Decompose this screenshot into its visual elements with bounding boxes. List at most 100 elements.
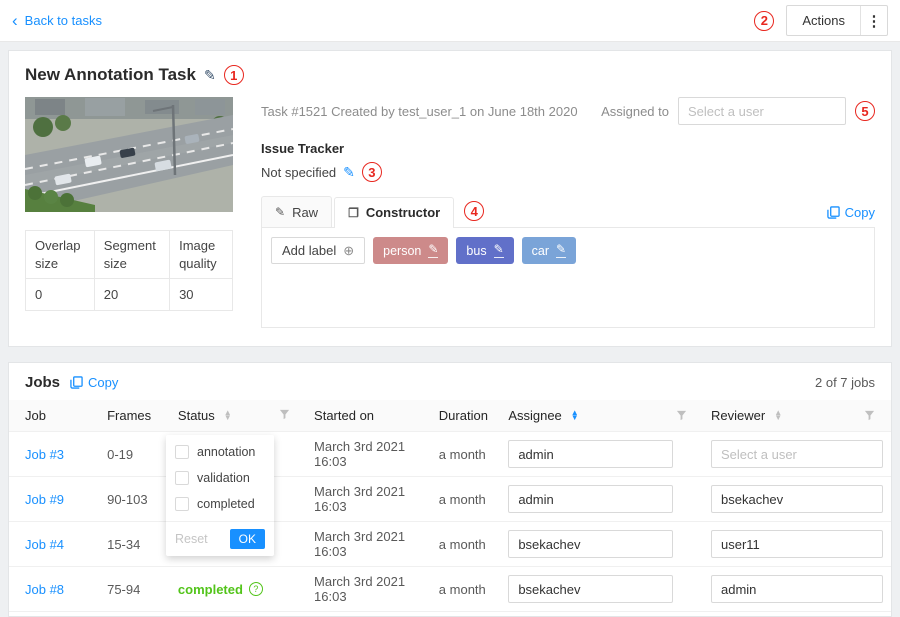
filter-option-label: completed <box>197 497 255 511</box>
copy-jobs-link[interactable]: Copy <box>70 375 118 390</box>
task-assignee-input[interactable] <box>678 97 846 125</box>
task-left-column: Overlap size Segment size Image quality … <box>25 97 235 328</box>
filter-option-annotation[interactable]: annotation <box>166 439 274 465</box>
filter-reset-button[interactable]: Reset <box>175 532 208 546</box>
job-link[interactable]: Job #9 <box>25 492 64 507</box>
label-tag-person-name: person <box>383 244 421 258</box>
add-label-text: Add label <box>282 243 336 258</box>
tab-constructor-label: Constructor <box>366 205 440 220</box>
top-bar: ‹ Back to tasks 2 Actions ⋮ <box>0 0 900 42</box>
assignee-select[interactable]: admin <box>508 485 673 513</box>
block-icon: ❐ <box>348 206 359 220</box>
copy-icon <box>827 206 840 219</box>
copy-icon <box>70 376 83 389</box>
label-tag-bus[interactable]: bus ✎ <box>456 237 513 264</box>
copy-labels-link[interactable]: Copy <box>827 205 875 227</box>
filter-funnel-icon[interactable] <box>279 409 290 420</box>
label-tag-person[interactable]: person ✎ <box>373 237 448 264</box>
job-link[interactable]: Job #3 <box>25 447 64 462</box>
tab-raw[interactable]: ✎ Raw <box>261 196 332 227</box>
task-details-panel: New Annotation Task ✎ 1 <box>8 50 892 347</box>
param-header-segment: Segment size <box>94 231 169 279</box>
labels-tabs-bar: ✎ Raw ❐ Constructor 4 Copy <box>261 196 875 228</box>
callout-5: 5 <box>855 101 875 121</box>
column-header-assignee[interactable]: Assignee ▲▼ <box>500 400 703 432</box>
edit-label-icon[interactable]: ✎ <box>428 243 438 257</box>
assignee-header-label: Assignee <box>508 408 561 423</box>
duration-cell: a month <box>431 477 501 522</box>
duration-cell: a month <box>431 432 501 477</box>
frames-cell: 0-19 <box>99 432 170 477</box>
label-tag-car[interactable]: car ✎ <box>522 237 576 264</box>
pencil-icon: ✎ <box>275 205 285 219</box>
status-sort-icon[interactable]: ▲▼ <box>224 411 232 420</box>
column-header-job: Job <box>9 400 99 432</box>
labels-constructor: Add label ⊕ person ✎ bus ✎ car ✎ <box>261 228 875 328</box>
callout-3: 3 <box>362 162 382 182</box>
question-circle-icon[interactable]: ? <box>249 582 263 596</box>
reviewer-sort-icon[interactable]: ▲▼ <box>774 411 782 420</box>
param-value-quality: 30 <box>170 279 233 311</box>
edit-task-name-icon[interactable]: ✎ <box>204 67 216 84</box>
assignee-value: bsekachev <box>518 537 580 552</box>
checkbox-icon[interactable] <box>175 497 189 511</box>
reviewer-select[interactable]: admin <box>711 575 883 603</box>
add-label-button[interactable]: Add label ⊕ <box>271 237 365 264</box>
reviewer-select[interactable]: Select a user <box>711 440 883 468</box>
spacer-cell <box>271 522 306 567</box>
column-header-reviewer[interactable]: Reviewer ▲▼ <box>703 400 891 432</box>
frames-cell: 75-94 <box>99 567 170 612</box>
checkbox-icon[interactable] <box>175 471 189 485</box>
jobs-table-header-row: Job Frames Status ▲▼ Started on Duration <box>9 400 891 432</box>
assignee-select[interactable]: bsekachev <box>508 530 673 558</box>
filter-option-validation[interactable]: validation <box>166 465 274 491</box>
frames-cell: 90-103 <box>99 477 170 522</box>
column-header-status[interactable]: Status ▲▼ <box>170 400 271 432</box>
job-link[interactable]: Job #8 <box>25 582 64 597</box>
more-menu-icon[interactable]: ⋮ <box>861 6 887 35</box>
copy-jobs-label: Copy <box>88 375 118 390</box>
edit-label-icon[interactable]: ✎ <box>494 243 504 257</box>
reviewer-value: bsekachev <box>721 492 783 507</box>
tab-constructor[interactable]: ❐ Constructor <box>334 197 454 228</box>
task-title: New Annotation Task <box>25 65 196 85</box>
filter-option-label: annotation <box>197 445 255 459</box>
assignee-select[interactable]: admin <box>508 440 673 468</box>
filter-option-label: validation <box>197 471 250 485</box>
filter-footer: Reset OK <box>166 521 274 556</box>
assignee-select[interactable]: bsekachev <box>508 575 673 603</box>
assignee-value: admin <box>518 447 553 462</box>
assignee-sort-icon[interactable]: ▲▼ <box>571 411 579 420</box>
reviewer-placeholder: Select a user <box>721 447 797 462</box>
edit-issue-tracker-icon[interactable]: ✎ <box>343 164 355 181</box>
filter-option-completed[interactable]: completed <box>166 491 274 517</box>
reviewer-select[interactable]: bsekachev <box>711 485 883 513</box>
assignee-value: admin <box>518 492 553 507</box>
param-value-segment: 20 <box>94 279 169 311</box>
assignee-value: bsekachev <box>518 582 580 597</box>
actions-button-label: Actions <box>787 6 860 35</box>
back-to-tasks-link[interactable]: ‹ Back to tasks <box>12 12 102 29</box>
callout-1: 1 <box>224 65 244 85</box>
table-row: Job #9 90-103 March 3rd 2021 16:03 a mon… <box>9 477 891 522</box>
checkbox-icon[interactable] <box>175 445 189 459</box>
table-row: Job #4 15-34 March 3rd 2021 16:03 a mont… <box>9 522 891 567</box>
filter-ok-button[interactable]: OK <box>230 529 265 549</box>
filter-funnel-icon[interactable] <box>864 410 875 421</box>
started-on-cell: March 3rd 2021 16:03 <box>306 432 431 477</box>
filter-funnel-icon[interactable] <box>676 410 687 421</box>
job-link[interactable]: Job #4 <box>25 537 64 552</box>
callout-2: 2 <box>754 11 774 31</box>
edit-label-icon[interactable]: ✎ <box>556 243 566 257</box>
frames-cell: 15-34 <box>99 522 170 567</box>
reviewer-select[interactable]: user11 <box>711 530 883 558</box>
duration-cell: a month <box>431 522 501 567</box>
reviewer-header-label: Reviewer <box>711 408 765 423</box>
actions-button[interactable]: Actions ⋮ <box>786 5 888 36</box>
task-parameters-table: Overlap size Segment size Image quality … <box>25 230 233 311</box>
status-filter-cell[interactable] <box>271 400 306 432</box>
issue-tracker-value: Not specified <box>261 165 336 180</box>
jobs-title: Jobs <box>25 374 60 391</box>
assigned-to-label: Assigned to <box>601 104 669 119</box>
task-meta-row: Task #1521 Created by test_user_1 on Jun… <box>261 97 875 125</box>
